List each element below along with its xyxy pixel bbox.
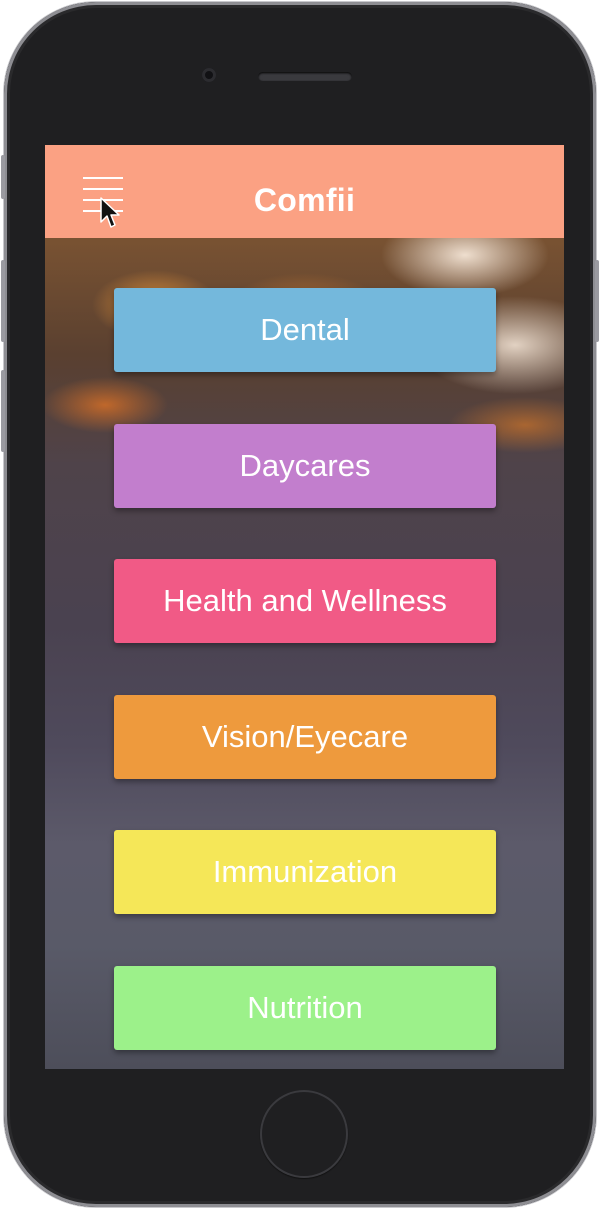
app-title: Comfii bbox=[253, 182, 356, 218]
app-header: Comfii bbox=[45, 145, 564, 238]
mute-switch[interactable] bbox=[1, 155, 5, 199]
app-screen: Comfii Dental Daycares Health and Wellne… bbox=[45, 145, 564, 1069]
category-button-health-and-wellness[interactable]: Health and Wellness bbox=[114, 559, 496, 643]
category-button-immunization[interactable]: Immunization bbox=[114, 830, 496, 914]
category-button-nutrition[interactable]: Nutrition bbox=[114, 966, 496, 1050]
earpiece-speaker bbox=[258, 72, 352, 81]
category-button-vision-eyecare[interactable]: Vision/Eyecare bbox=[114, 695, 496, 779]
phone-frame: Comfii Dental Daycares Health and Wellne… bbox=[4, 2, 596, 1207]
home-button[interactable] bbox=[260, 1090, 348, 1178]
mouse-pointer-icon bbox=[100, 197, 120, 228]
category-button-dental[interactable]: Dental bbox=[114, 288, 496, 372]
power-button[interactable] bbox=[595, 260, 599, 342]
front-camera bbox=[202, 68, 216, 82]
volume-down-button[interactable] bbox=[1, 370, 5, 452]
volume-up-button[interactable] bbox=[1, 260, 5, 342]
category-button-daycares[interactable]: Daycares bbox=[114, 424, 496, 508]
